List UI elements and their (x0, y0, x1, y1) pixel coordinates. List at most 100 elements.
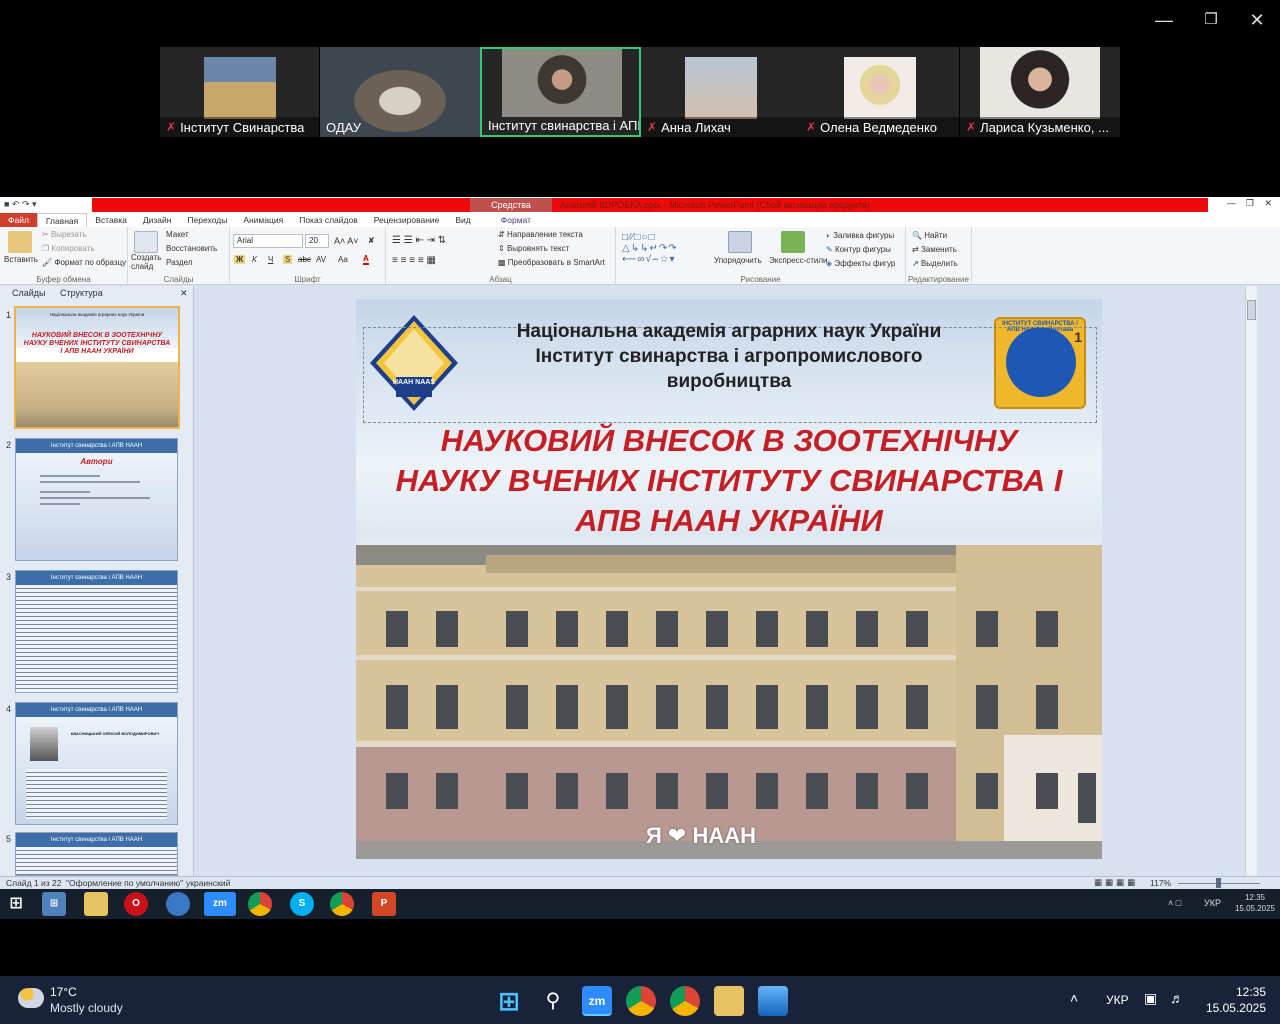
quick-styles-icon[interactable] (781, 231, 805, 253)
minimize-icon[interactable]: — (1227, 198, 1236, 208)
restore-icon[interactable]: ❐ (1246, 198, 1254, 209)
quick-access-toolbar[interactable]: ■ ↶ ↷ ▾ (4, 199, 37, 210)
new-slide-icon[interactable] (134, 231, 158, 253)
slide-canvas[interactable]: Я ❤ НААН НААН NAAS ІНСТИТУТ СВИНАРСТВА і… (356, 299, 1102, 859)
shadow-button[interactable]: S (283, 255, 293, 264)
close-icon[interactable]: ✕ (1264, 198, 1272, 209)
char-spacing-button[interactable]: AV (316, 255, 326, 264)
zoom-icon[interactable]: zm (204, 892, 236, 916)
participant-tile[interactable]: ✗ Лариса Кузьменко, ... (960, 47, 1120, 137)
select-button[interactable]: ↗ Выделить (912, 259, 958, 268)
start-icon[interactable]: ⊞ (494, 986, 524, 1016)
cut-button[interactable]: ✂ Вырезать (42, 230, 87, 239)
section-button[interactable]: Раздел (166, 258, 192, 267)
text-direction-button[interactable]: ⇵ Направление текста (498, 230, 583, 239)
folder-icon[interactable] (84, 892, 108, 916)
close-icon[interactable]: ✕ (180, 288, 188, 299)
weather-icon[interactable] (18, 988, 44, 1008)
minimize-icon[interactable]: — (1152, 8, 1176, 32)
restore-icon[interactable]: ❐ (1199, 8, 1223, 32)
network-icon[interactable]: ▣ (1144, 990, 1157, 1007)
scrollbar-thumb[interactable] (1247, 300, 1256, 320)
change-case-button[interactable]: Aa (338, 255, 348, 264)
participant-tile[interactable]: ✗ Олена Ведмеденко (800, 47, 959, 137)
paste-icon[interactable] (8, 231, 32, 253)
slide-thumbnail[interactable]: Інститут свинарства і АПВ НААН Автори (15, 438, 178, 561)
view-buttons[interactable]: ▦▦▦▦ (1094, 877, 1138, 888)
chrome-profile-icon[interactable] (670, 986, 700, 1016)
zoom-icon[interactable]: zm (582, 986, 612, 1016)
language-indicator[interactable]: УКР (1106, 993, 1129, 1007)
search-icon[interactable]: ⚲ (538, 986, 568, 1016)
chevron-up-icon[interactable]: ˄ (1070, 990, 1078, 1006)
tray-icons[interactable]: ˄ □ (1168, 898, 1181, 908)
volume-icon[interactable]: ♬ (1170, 990, 1184, 1006)
slide-thumbnail[interactable]: Інститут свинарства і АПВ НААН (15, 832, 178, 876)
reset-button[interactable]: Восстановить (166, 244, 217, 253)
new-slide-button[interactable]: Создать слайд (131, 253, 161, 271)
clock[interactable]: 12:35 15.05.2025 (1196, 984, 1266, 1016)
chrome-icon[interactable] (248, 892, 272, 916)
bullets-icon[interactable]: ☰ ☰ ⇤ ⇥ ⇅ (392, 235, 446, 246)
slide-thumbnail[interactable]: Інститут свинарства і АПВ НААН КВАСНИЦЬК… (15, 702, 178, 825)
slide-thumbnail[interactable]: Національна академія аграрних наук Украї… (14, 306, 180, 429)
tab-home[interactable]: Главная (36, 213, 88, 227)
shape-fill-button[interactable]: ◐ Заливка фигуры (826, 231, 894, 240)
vertical-scrollbar[interactable] (1245, 286, 1257, 876)
tab-insert[interactable]: Вставка (87, 213, 135, 227)
shapes-gallery[interactable]: □∕∕□○□ △↳↳↵↷↷ ⟵∞√⌢☆▾ (622, 232, 678, 265)
italic-button[interactable]: К (252, 255, 257, 264)
tab-file[interactable]: Файл (0, 213, 37, 227)
font-size-select[interactable]: 20 (305, 234, 329, 248)
chrome-icon-2[interactable] (330, 892, 354, 916)
zoom-level[interactable]: 117% (1150, 878, 1171, 888)
zoom-slider-thumb[interactable] (1216, 878, 1221, 888)
weather-desc[interactable]: Mostly cloudy (50, 1001, 123, 1015)
layout-button[interactable]: Макет (166, 230, 189, 239)
close-icon[interactable]: ✕ (1245, 8, 1269, 32)
participant-tile[interactable]: ✗ Інститут Свинарства (160, 47, 319, 137)
tab-review[interactable]: Рецензирование (366, 213, 448, 227)
participant-tile[interactable]: ОДАУ (320, 47, 480, 137)
opera-icon[interactable]: O (124, 892, 148, 916)
tab-transitions[interactable]: Переходы (179, 213, 235, 227)
browser-icon[interactable] (166, 892, 190, 916)
align-text-button[interactable]: ⇕ Выровнять текст (498, 244, 569, 253)
underline-button[interactable]: Ч (268, 255, 273, 264)
copy-button[interactable]: ❐ Копировать (42, 244, 94, 253)
tab-slides[interactable]: Слайды (12, 288, 46, 298)
photos-icon[interactable] (758, 986, 788, 1016)
tab-view[interactable]: Вид (447, 213, 478, 227)
tab-design[interactable]: Дизайн (135, 213, 180, 227)
skype-icon[interactable]: S (290, 892, 314, 916)
tab-format[interactable]: Формат (493, 213, 539, 227)
slide-thumbnail[interactable]: Інститут свинарства і АПВ НААН (15, 570, 178, 693)
clock[interactable]: 12:35 15.05.2025 (1232, 892, 1278, 914)
font-grow-icon[interactable]: A˄ A˅ (334, 236, 359, 246)
participant-tile[interactable]: ✗ Анна Лихач (641, 47, 800, 137)
arrange-button[interactable]: Упорядочить (714, 256, 762, 265)
shape-outline-button[interactable]: ✎ Контур фигуры (826, 245, 891, 254)
replace-button[interactable]: ⇄ Заменить (912, 245, 957, 254)
chrome-icon[interactable] (626, 986, 656, 1016)
smartart-button[interactable]: ▩ Преобразовать в SmartArt (498, 258, 605, 267)
shape-effects-button[interactable]: ◈ Эффекты фигур (826, 259, 895, 268)
weather-temp[interactable]: 17°C (50, 985, 77, 999)
paste-button[interactable]: Вставить (4, 255, 38, 264)
strikethrough-button[interactable]: abc (298, 255, 311, 264)
tab-outline[interactable]: Структура (60, 288, 103, 298)
font-name-select[interactable]: Arial (233, 234, 303, 248)
arrange-icon[interactable] (728, 231, 752, 253)
align-icons[interactable]: ≡ ≡ ≡ ≡ ▦ (392, 255, 436, 266)
bold-button[interactable]: Ж (234, 255, 246, 264)
tab-animation[interactable]: Анимация (235, 213, 291, 227)
start-icon[interactable]: ⊞ (4, 892, 28, 916)
find-button[interactable]: 🔍 Найти (912, 231, 947, 240)
clear-format-icon[interactable]: ✘ (368, 236, 375, 245)
font-color-button[interactable]: A (363, 254, 369, 265)
format-painter-button[interactable]: 🖌 Формат по образцу (42, 258, 126, 267)
file-explorer-icon[interactable] (714, 986, 744, 1016)
calculator-icon[interactable]: ⊞ (42, 892, 66, 916)
powerpoint-icon[interactable]: P (372, 892, 396, 916)
quick-styles-button[interactable]: Экспресс-стили (769, 256, 828, 265)
